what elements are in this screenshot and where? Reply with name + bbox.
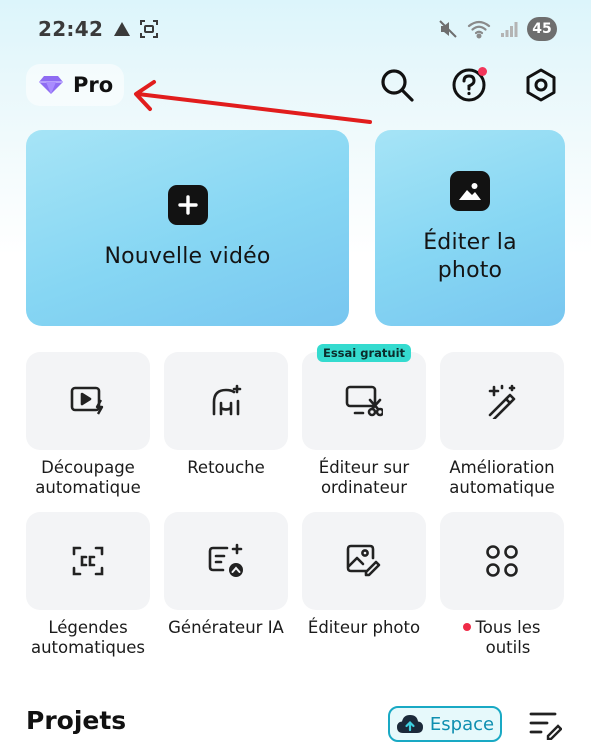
- annotation-arrow: [134, 80, 372, 124]
- auto-cut-icon: [70, 386, 104, 415]
- tool-label: Amélioration automatique: [449, 458, 555, 497]
- wifi-icon: [467, 20, 491, 39]
- tool-retouch[interactable]: Retouche: [164, 352, 288, 478]
- plus-icon: [167, 185, 208, 225]
- tool-auto-cut[interactable]: Découpage automatique: [26, 352, 150, 498]
- photo-editor-icon: [346, 544, 381, 577]
- retouch-icon: [212, 384, 242, 416]
- sort-edit-icon[interactable]: [528, 708, 562, 740]
- signal-icon: [501, 22, 518, 37]
- search-button[interactable]: [378, 66, 416, 104]
- captions-icon: [72, 546, 104, 576]
- status-time: 22:42: [38, 17, 104, 41]
- tool-label: Éditeur sur ordinateur: [318, 458, 410, 497]
- search-icon: [381, 69, 414, 102]
- battery-indicator: 45: [527, 17, 557, 41]
- tool-label: Générateur IA: [168, 618, 284, 637]
- help-button[interactable]: [450, 66, 488, 104]
- settings-button[interactable]: [522, 66, 560, 104]
- edit-photo-card[interactable]: Éditer la photo: [375, 130, 565, 326]
- new-indicator-dot: [463, 622, 472, 631]
- cloud-upload-icon: [396, 715, 423, 733]
- screenshot-icon: [140, 20, 159, 38]
- magic-wand-icon: [488, 384, 516, 419]
- mute-icon: [439, 20, 457, 38]
- new-video-label: Nouvelle vidéo: [104, 244, 271, 269]
- navigation-icon: [114, 22, 131, 36]
- tool-label: Éditeur photo: [307, 618, 421, 637]
- tool-label: Tous les outils: [475, 618, 541, 657]
- tool-auto-enhance[interactable]: Amélioration automatique: [440, 352, 564, 498]
- pro-button[interactable]: Pro: [26, 64, 124, 106]
- tool-label: Retouche: [187, 458, 265, 477]
- projects-title: Projets: [26, 706, 127, 735]
- tool-label: Légendes automatiques: [30, 618, 146, 657]
- diamond-icon: [39, 76, 63, 94]
- settings-icon: [526, 68, 556, 102]
- free-trial-badge: Essai gratuit: [316, 344, 412, 362]
- espace-button[interactable]: Espace: [388, 706, 502, 742]
- new-video-card[interactable]: Nouvelle vidéo: [26, 130, 349, 326]
- tool-auto-captions[interactable]: Légendes automatiques: [26, 512, 150, 658]
- pro-label: Pro: [73, 73, 114, 97]
- tool-all-tools[interactable]: Tous les outils: [440, 512, 564, 658]
- desktop-editor-icon: [345, 385, 383, 417]
- edit-photo-label: Éditer la photo: [423, 230, 517, 283]
- grid-icon: [486, 545, 518, 577]
- tool-desktop-editor[interactable]: Essai gratuit Éditeur sur ordinateur: [302, 344, 426, 498]
- tool-photo-editor[interactable]: Éditeur photo: [302, 512, 426, 638]
- tool-ai-generator[interactable]: Générateur IA: [164, 512, 288, 638]
- notification-dot: [478, 67, 487, 76]
- image-icon: [450, 171, 490, 211]
- status-bar: 22:42 45: [38, 14, 557, 44]
- ai-generator-icon: [208, 543, 243, 577]
- tool-label: Découpage automatique: [35, 458, 141, 497]
- espace-label: Espace: [429, 713, 495, 735]
